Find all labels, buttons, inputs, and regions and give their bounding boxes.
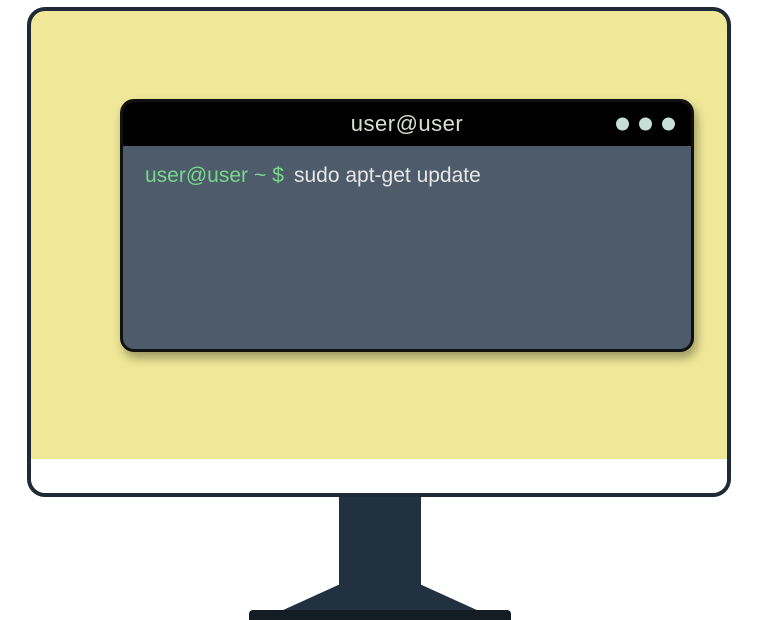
- window-controls: [616, 118, 675, 131]
- terminal-title: user@user: [351, 111, 463, 137]
- terminal-command: sudo apt-get update: [294, 164, 481, 188]
- monitor-screen: user@user user@user ~ $ sudo apt-get upd…: [27, 7, 731, 497]
- monitor-stand-foot: [249, 610, 511, 620]
- window-minimize-icon[interactable]: [616, 118, 629, 131]
- terminal-body[interactable]: user@user ~ $ sudo apt-get update: [123, 146, 691, 206]
- prompt-symbol: $: [272, 164, 284, 188]
- window-close-icon[interactable]: [662, 118, 675, 131]
- prompt-path: ~: [254, 164, 266, 188]
- terminal-prompt-line: user@user ~ $ sudo apt-get update: [145, 164, 669, 188]
- terminal-window: user@user user@user ~ $ sudo apt-get upd…: [120, 99, 694, 352]
- terminal-titlebar[interactable]: user@user: [123, 102, 691, 146]
- monitor-stand-base: [270, 566, 490, 616]
- prompt-user-host: user@user: [145, 164, 248, 188]
- window-maximize-icon[interactable]: [639, 118, 652, 131]
